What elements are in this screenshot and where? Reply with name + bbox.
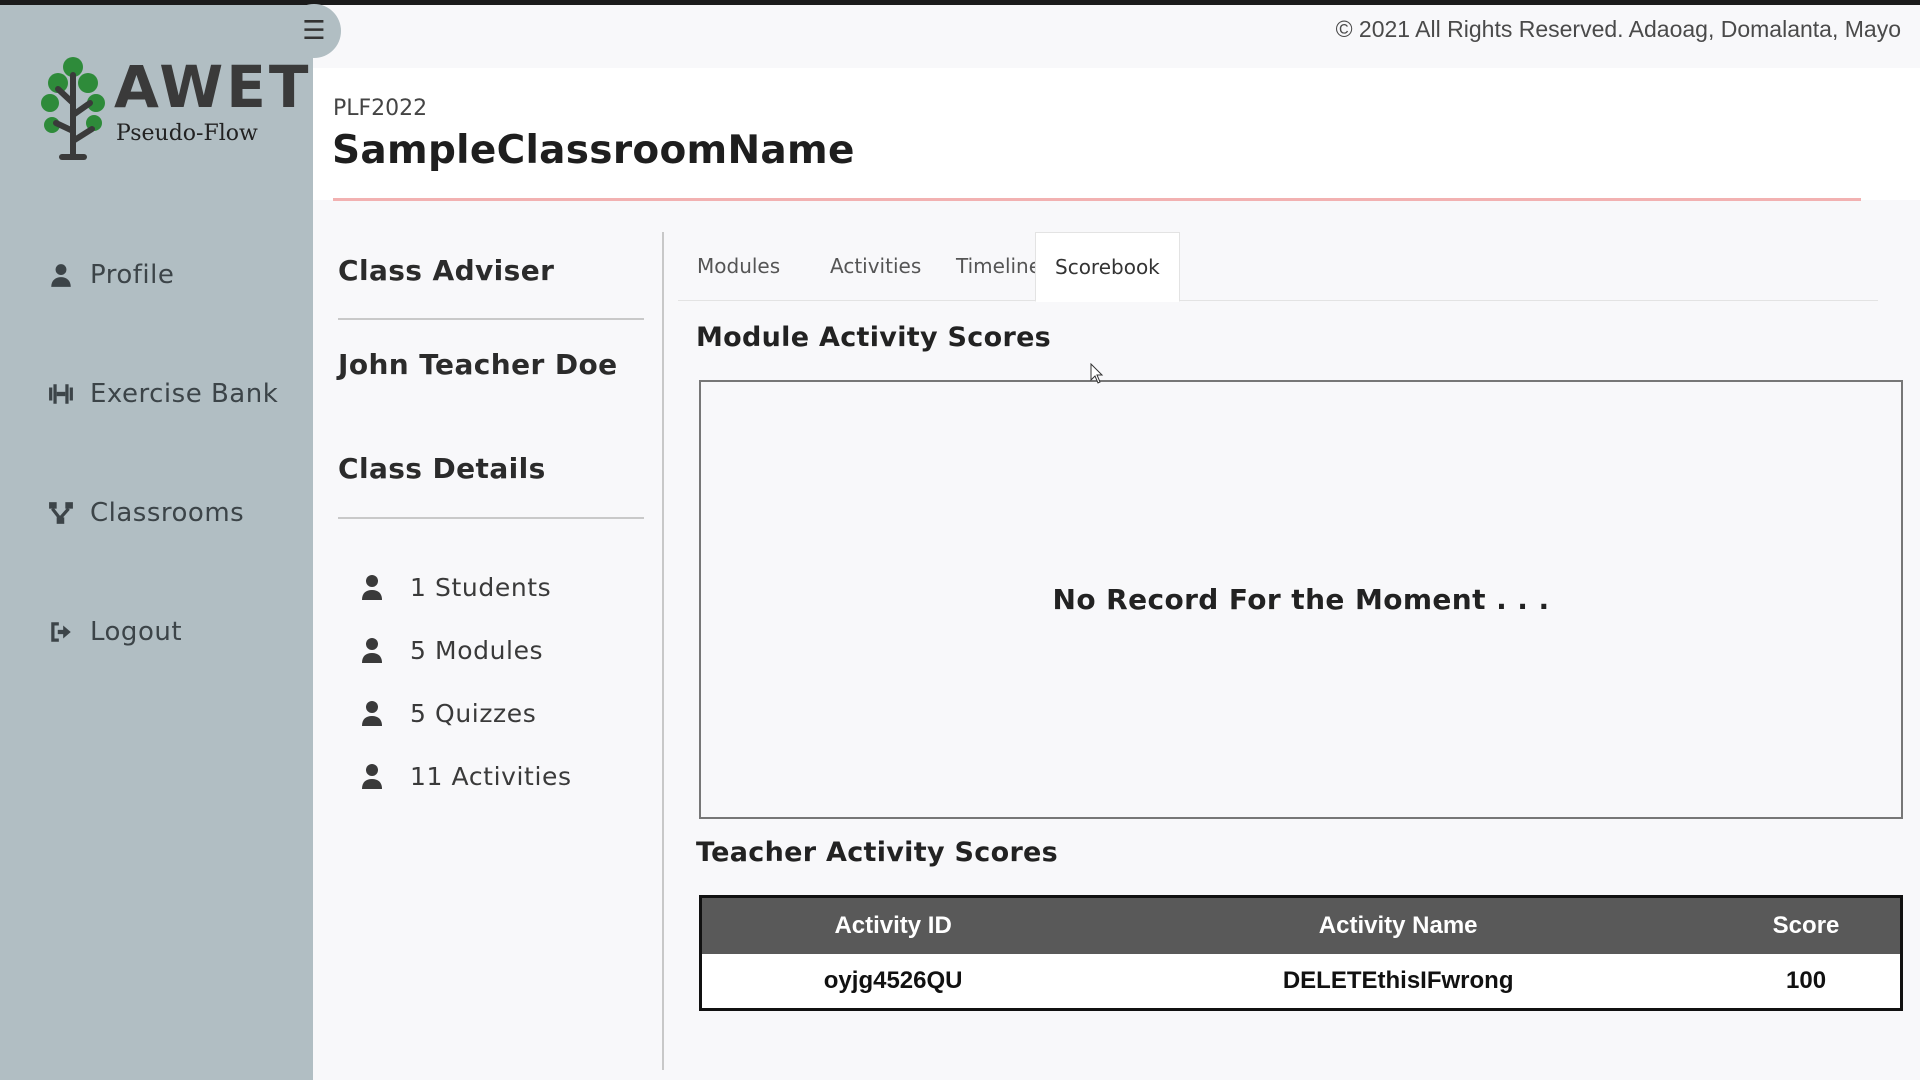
logout-icon bbox=[51, 622, 71, 642]
course-code: PLF2022 bbox=[333, 96, 428, 121]
user-icon bbox=[362, 638, 382, 663]
tab-scorebook[interactable]: Scorebook bbox=[1035, 232, 1180, 302]
tab-modules[interactable]: Modules bbox=[678, 232, 799, 300]
sidebar-item-profile[interactable]: Profile bbox=[48, 250, 278, 300]
stat-label: 11 Activities bbox=[410, 761, 572, 791]
tree-logo-icon bbox=[41, 57, 105, 160]
user-icon bbox=[362, 575, 382, 600]
logo-title: AWET bbox=[114, 53, 312, 121]
stat-label: 5 Modules bbox=[410, 635, 544, 665]
tab-activities[interactable]: Activities bbox=[811, 232, 940, 300]
sidebar-item-logout[interactable]: Logout bbox=[48, 607, 278, 657]
panel-divider bbox=[662, 232, 664, 1070]
app-logo[interactable]: AWET Pseudo-Flow bbox=[38, 53, 308, 163]
column-header-score: Score bbox=[1712, 896, 1902, 954]
sidebar-item-label: Classrooms bbox=[90, 498, 245, 528]
class-header: PLF2022 SampleClassroomName bbox=[313, 68, 1920, 200]
sidebar-item-exercise-bank[interactable]: Exercise Bank bbox=[48, 369, 278, 419]
sidebar-item-label: Profile bbox=[90, 260, 175, 290]
teacher-scores-heading: Teacher Activity Scores bbox=[696, 837, 1059, 868]
stat-students: 1 Students bbox=[360, 567, 650, 607]
stat-activities: 11 Activities bbox=[360, 756, 650, 796]
user-icon bbox=[362, 701, 382, 726]
sidebar-item-label: Logout bbox=[90, 617, 183, 647]
empty-state-message: No Record For the Moment . . . bbox=[1052, 583, 1550, 616]
hamburger-icon: ☰ bbox=[302, 16, 326, 46]
table-row[interactable]: oyjg4526QU DELETEthisIFwrong 100 bbox=[700, 954, 1902, 1010]
details-heading: Class Details bbox=[338, 452, 546, 485]
cell-score: 100 bbox=[1712, 954, 1902, 1010]
teacher-scores-table: Activity ID Activity Name Score oyjg4526… bbox=[699, 895, 1903, 1011]
sidebar-item-classrooms[interactable]: Classrooms bbox=[48, 488, 278, 538]
dumbbell-icon bbox=[49, 384, 73, 404]
user-icon bbox=[362, 764, 382, 789]
divider bbox=[338, 318, 644, 320]
logo-subtitle: Pseudo-Flow bbox=[116, 121, 258, 146]
module-scores-heading: Module Activity Scores bbox=[696, 322, 1052, 353]
title-divider bbox=[333, 198, 1861, 201]
sidebar: AWET Pseudo-Flow Profile Exercise Bank C… bbox=[0, 5, 313, 1080]
stat-label: 5 Quizzes bbox=[410, 698, 537, 728]
sidebar-item-label: Exercise Bank bbox=[90, 379, 279, 409]
class-stats-list: 1 Students 5 Modules 5 Quizzes 11 Activi… bbox=[360, 567, 650, 819]
user-icon bbox=[51, 264, 71, 287]
cell-activity-id: oyjg4526QU bbox=[700, 954, 1085, 1010]
network-icon bbox=[49, 502, 73, 524]
classroom-tabs: Modules Activities Timeline Scorebook bbox=[678, 232, 1878, 302]
page-title: SampleClassroomName bbox=[332, 128, 855, 173]
adviser-name: John Teacher Doe bbox=[338, 348, 618, 381]
cell-activity-name: DELETEthisIFwrong bbox=[1084, 954, 1713, 1010]
copyright-text: © 2021 All Rights Reserved. Adaoag, Doma… bbox=[1335, 16, 1901, 42]
sidebar-nav: Profile Exercise Bank Classrooms Logout bbox=[48, 250, 278, 726]
column-header-activity-id: Activity ID bbox=[700, 896, 1085, 954]
mouse-cursor-icon bbox=[1090, 363, 1104, 384]
column-header-activity-name: Activity Name bbox=[1084, 896, 1713, 954]
divider bbox=[338, 517, 644, 519]
module-scores-box: No Record For the Moment . . . bbox=[699, 380, 1903, 819]
menu-toggle-button[interactable]: ☰ bbox=[287, 4, 341, 58]
stat-label: 1 Students bbox=[410, 572, 552, 602]
adviser-heading: Class Adviser bbox=[338, 254, 555, 287]
stat-quizzes: 5 Quizzes bbox=[360, 693, 650, 733]
table-header-row: Activity ID Activity Name Score bbox=[700, 896, 1902, 954]
stat-modules: 5 Modules bbox=[360, 630, 650, 670]
